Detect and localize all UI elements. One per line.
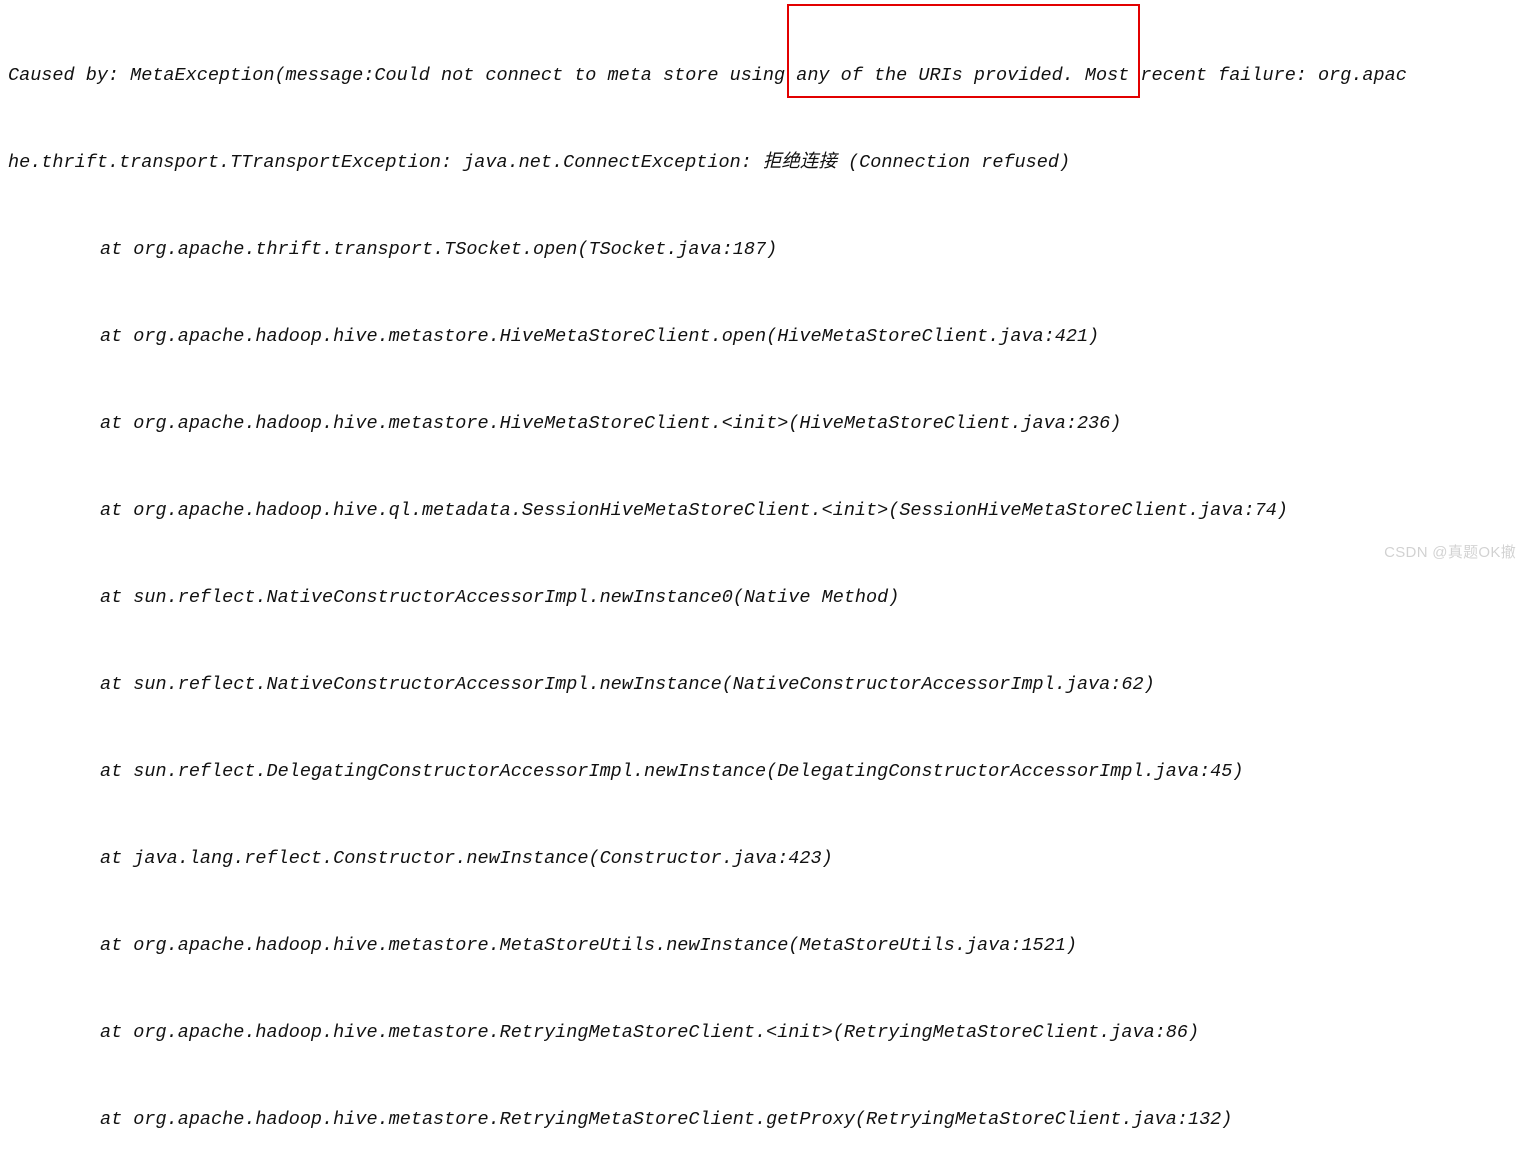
- stack-frame: at sun.reflect.DelegatingConstructorAcce…: [8, 757, 1530, 786]
- stack-frame: at org.apache.thrift.transport.TSocket.o…: [8, 235, 1530, 264]
- stack-frame: at java.lang.reflect.Constructor.newInst…: [8, 844, 1530, 873]
- watermark-text: CSDN @真题OK撤: [1384, 538, 1516, 567]
- stack-frame: at org.apache.hadoop.hive.metastore.Retr…: [8, 1105, 1530, 1134]
- stack-frame: at org.apache.hadoop.hive.metastore.Meta…: [8, 931, 1530, 960]
- exception-header-line-1: Caused by: MetaException(message:Could n…: [8, 61, 1530, 90]
- stack-frame: at org.apache.hadoop.hive.ql.metadata.Se…: [8, 496, 1530, 525]
- exception-header-line-2: he.thrift.transport.TTransportException:…: [8, 148, 1530, 177]
- stack-frame: at org.apache.hadoop.hive.metastore.Hive…: [8, 409, 1530, 438]
- stack-frame: at org.apache.hadoop.hive.metastore.Hive…: [8, 322, 1530, 351]
- stack-frame: at sun.reflect.NativeConstructorAccessor…: [8, 670, 1530, 699]
- stack-frame: at sun.reflect.NativeConstructorAccessor…: [8, 583, 1530, 612]
- stacktrace-block: Caused by: MetaException(message:Could n…: [0, 3, 1530, 1150]
- stack-frame: at org.apache.hadoop.hive.metastore.Retr…: [8, 1018, 1530, 1047]
